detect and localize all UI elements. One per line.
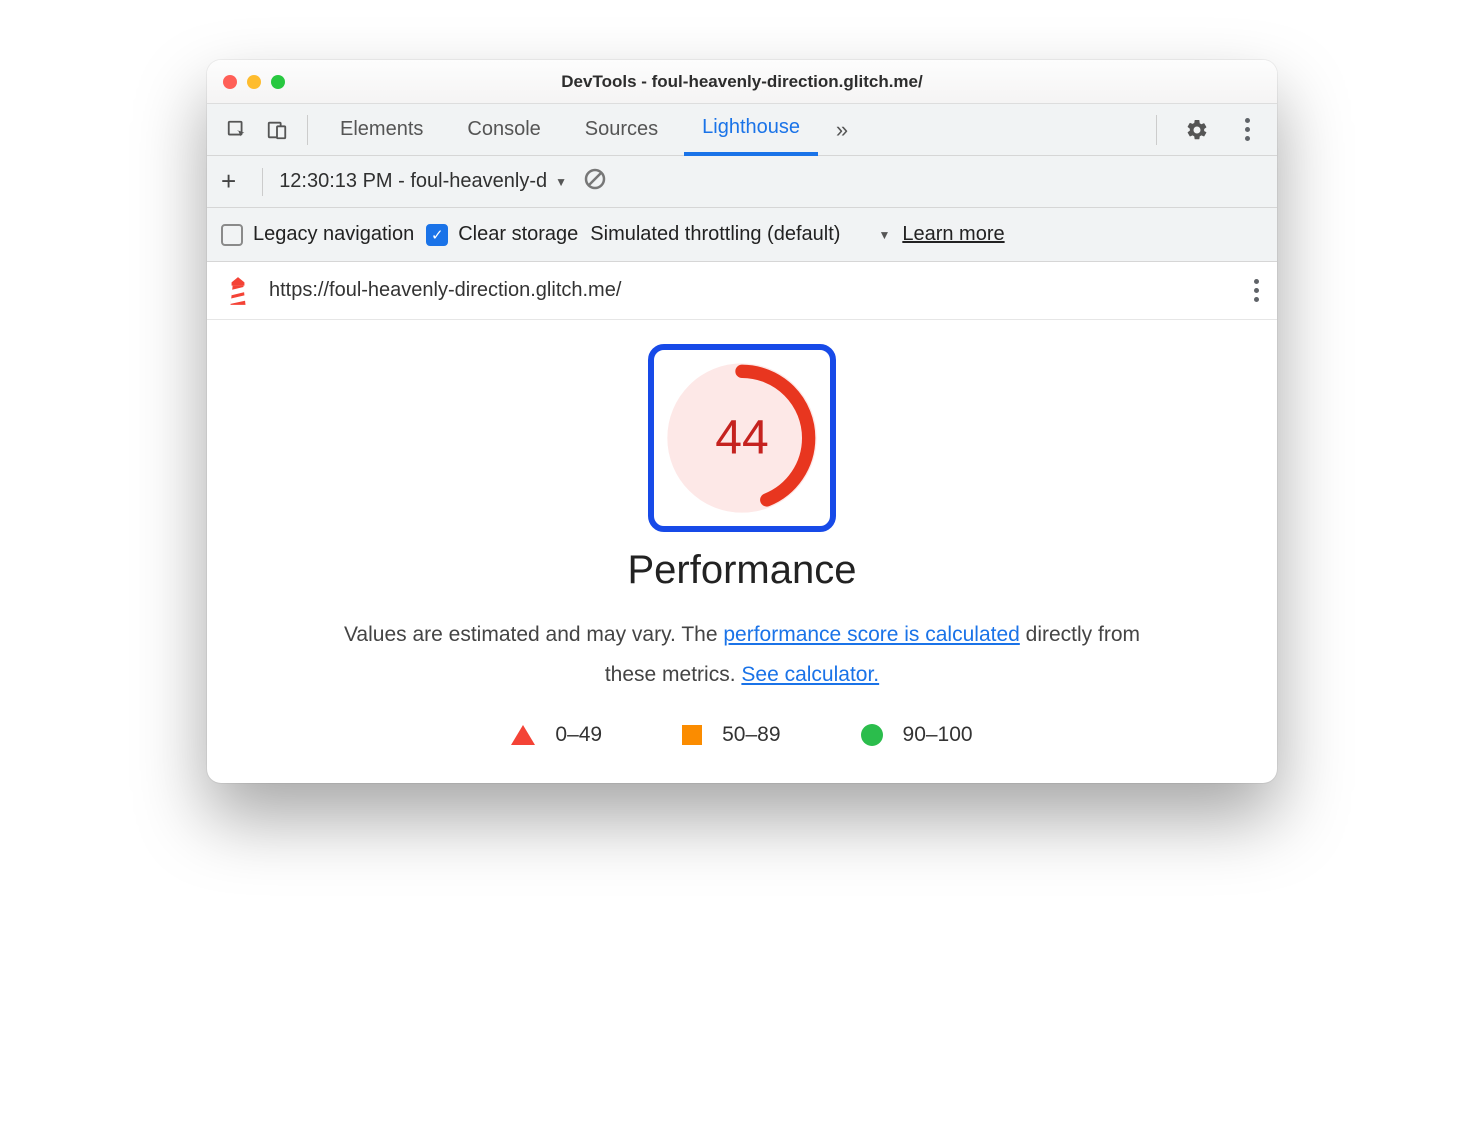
throttling-selector[interactable]: Simulated throttling (default) ▼ bbox=[590, 223, 890, 246]
desc-text: Values are estimated and may vary. The bbox=[344, 623, 723, 646]
learn-more-link[interactable]: Learn more bbox=[902, 223, 1004, 246]
clear-storage-label: Clear storage bbox=[458, 223, 578, 246]
settings-gear-icon[interactable] bbox=[1181, 114, 1213, 146]
legacy-navigation-label: Legacy navigation bbox=[253, 223, 414, 246]
traffic-lights bbox=[223, 75, 285, 89]
performance-category-label: Performance bbox=[207, 548, 1277, 593]
close-window-button[interactable] bbox=[223, 75, 237, 89]
main-toolbar: Elements Console Sources Lighthouse » bbox=[207, 104, 1277, 156]
legend-pass: 90–100 bbox=[861, 723, 973, 747]
new-report-button[interactable]: + bbox=[221, 166, 246, 197]
score-legend: 0–49 50–89 90–100 bbox=[207, 723, 1277, 747]
throttling-label: Simulated throttling (default) bbox=[590, 223, 840, 246]
legend-range-average: 50–89 bbox=[722, 723, 780, 747]
more-tabs-icon[interactable]: » bbox=[826, 114, 858, 146]
tab-lighthouse[interactable]: Lighthouse bbox=[684, 104, 818, 156]
window-title: DevTools - foul-heavenly-direction.glitc… bbox=[207, 72, 1277, 92]
devtools-window: DevTools - foul-heavenly-direction.glitc… bbox=[207, 60, 1277, 783]
legend-range-pass: 90–100 bbox=[903, 723, 973, 747]
minimize-window-button[interactable] bbox=[247, 75, 261, 89]
clear-button[interactable] bbox=[583, 167, 607, 197]
device-toggle-icon[interactable] bbox=[261, 114, 293, 146]
tab-sources[interactable]: Sources bbox=[567, 104, 676, 156]
titlebar: DevTools - foul-heavenly-direction.glitc… bbox=[207, 60, 1277, 104]
performance-score-gauge[interactable]: 44 bbox=[662, 358, 822, 518]
inspect-element-icon[interactable] bbox=[221, 114, 253, 146]
report-selector-label: 12:30:13 PM - foul-heavenly-d bbox=[279, 170, 547, 193]
report-selector[interactable]: 12:30:13 PM - foul-heavenly-d ▼ bbox=[279, 170, 567, 193]
square-orange-icon bbox=[682, 725, 702, 745]
lighthouse-options: Legacy navigation ✓ Clear storage Simula… bbox=[207, 208, 1277, 262]
legend-range-fail: 0–49 bbox=[555, 723, 602, 747]
triangle-red-icon bbox=[511, 725, 535, 745]
score-gauge-highlight: 44 bbox=[648, 344, 836, 532]
legend-average: 50–89 bbox=[682, 723, 780, 747]
performance-score-value: 44 bbox=[662, 411, 822, 466]
tab-elements[interactable]: Elements bbox=[322, 104, 441, 156]
score-calculation-link[interactable]: performance score is calculated bbox=[723, 623, 1019, 646]
tab-console[interactable]: Console bbox=[449, 104, 558, 156]
report-menu-button[interactable] bbox=[1254, 279, 1259, 302]
legend-fail: 0–49 bbox=[511, 723, 602, 747]
lighthouse-subbar: + 12:30:13 PM - foul-heavenly-d ▼ bbox=[207, 156, 1277, 208]
calculator-link[interactable]: See calculator. bbox=[741, 663, 879, 686]
chevron-down-icon: ▼ bbox=[555, 175, 567, 189]
score-description: Values are estimated and may vary. The p… bbox=[322, 615, 1162, 695]
report-url-row: https://foul-heavenly-direction.glitch.m… bbox=[207, 262, 1277, 320]
legacy-navigation-checkbox[interactable] bbox=[221, 224, 243, 246]
lighthouse-icon bbox=[225, 276, 251, 306]
toolbar-separator bbox=[1156, 115, 1157, 145]
report-url: https://foul-heavenly-direction.glitch.m… bbox=[269, 279, 1236, 302]
legacy-navigation-option[interactable]: Legacy navigation bbox=[221, 223, 414, 246]
more-menu-icon[interactable] bbox=[1231, 114, 1263, 146]
chevron-down-icon: ▼ bbox=[878, 228, 890, 242]
lighthouse-report: 44 Performance Values are estimated and … bbox=[207, 320, 1277, 783]
maximize-window-button[interactable] bbox=[271, 75, 285, 89]
subbar-separator bbox=[262, 168, 263, 196]
clear-storage-option[interactable]: ✓ Clear storage bbox=[426, 223, 578, 246]
circle-green-icon bbox=[861, 724, 883, 746]
toolbar-separator bbox=[307, 115, 308, 145]
clear-storage-checkbox[interactable]: ✓ bbox=[426, 224, 448, 246]
